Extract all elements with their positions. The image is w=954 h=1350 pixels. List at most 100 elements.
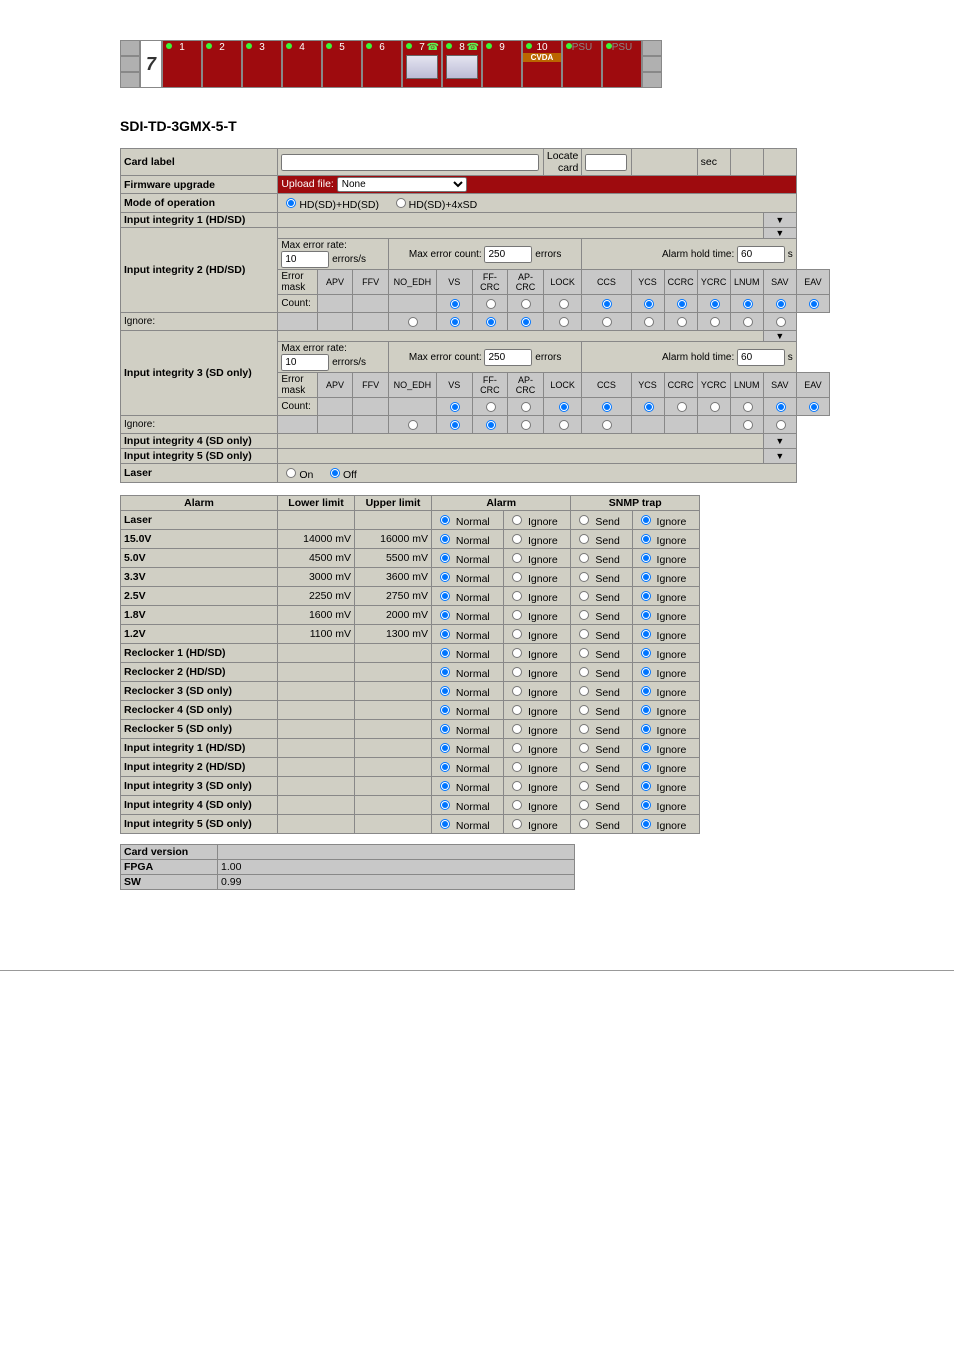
- mask-radio[interactable]: [450, 299, 460, 309]
- mask-radio[interactable]: [521, 402, 531, 412]
- snmp-send-radio[interactable]: [579, 724, 589, 734]
- mask-radio[interactable]: [559, 317, 569, 327]
- mask-radio[interactable]: [809, 402, 819, 412]
- snmp-ignore-radio[interactable]: [641, 667, 651, 677]
- mask-radio[interactable]: [677, 317, 687, 327]
- mask-radio[interactable]: [486, 420, 496, 430]
- snmp-ignore-radio[interactable]: [641, 781, 651, 791]
- mask-radio[interactable]: [408, 317, 418, 327]
- slot-2[interactable]: 2: [202, 40, 242, 88]
- mask-radio[interactable]: [644, 317, 654, 327]
- slot-1[interactable]: 1: [162, 40, 202, 88]
- snmp-ignore-radio[interactable]: [641, 534, 651, 544]
- slot-5[interactable]: 5: [322, 40, 362, 88]
- mask-radio[interactable]: [450, 317, 460, 327]
- mask-radio[interactable]: [559, 402, 569, 412]
- alarm-hold-time-input[interactable]: [737, 246, 785, 263]
- alarm-ignore-radio[interactable]: [512, 800, 522, 810]
- mask-radio[interactable]: [644, 299, 654, 309]
- laser-on-radio[interactable]: [286, 468, 296, 478]
- mask-radio[interactable]: [602, 317, 612, 327]
- mask-radio[interactable]: [450, 420, 460, 430]
- alarm-ignore-radio[interactable]: [512, 648, 522, 658]
- alarm-normal-radio[interactable]: [440, 762, 450, 772]
- max-error-rate-input[interactable]: [281, 354, 329, 371]
- snmp-send-radio[interactable]: [579, 572, 589, 582]
- alarm-ignore-radio[interactable]: [512, 610, 522, 620]
- alarm-normal-radio[interactable]: [440, 724, 450, 734]
- mask-radio[interactable]: [776, 402, 786, 412]
- mask-radio[interactable]: [602, 402, 612, 412]
- alarm-ignore-radio[interactable]: [512, 686, 522, 696]
- alarm-normal-radio[interactable]: [440, 553, 450, 563]
- ii2-collapse[interactable]: ▼: [763, 228, 796, 239]
- mask-radio[interactable]: [776, 299, 786, 309]
- snmp-send-radio[interactable]: [579, 610, 589, 620]
- alarm-normal-radio[interactable]: [440, 781, 450, 791]
- mask-radio[interactable]: [450, 402, 460, 412]
- alarm-normal-radio[interactable]: [440, 610, 450, 620]
- alarm-normal-radio[interactable]: [440, 648, 450, 658]
- ii1-expand[interactable]: ▼: [763, 213, 796, 228]
- alarm-normal-radio[interactable]: [440, 743, 450, 753]
- mask-radio[interactable]: [602, 299, 612, 309]
- mask-radio[interactable]: [559, 299, 569, 309]
- snmp-ignore-radio[interactable]: [641, 705, 651, 715]
- alarm-ignore-radio[interactable]: [512, 819, 522, 829]
- max-error-count-input[interactable]: [484, 349, 532, 366]
- mask-radio[interactable]: [710, 299, 720, 309]
- mask-radio[interactable]: [743, 402, 753, 412]
- snmp-send-radio[interactable]: [579, 534, 589, 544]
- snmp-ignore-radio[interactable]: [641, 591, 651, 601]
- laser-off-radio[interactable]: [330, 468, 340, 478]
- snmp-send-radio[interactable]: [579, 591, 589, 601]
- snmp-ignore-radio[interactable]: [641, 515, 651, 525]
- snmp-send-radio[interactable]: [579, 762, 589, 772]
- alarm-normal-radio[interactable]: [440, 800, 450, 810]
- mask-radio[interactable]: [743, 420, 753, 430]
- mask-radio[interactable]: [486, 317, 496, 327]
- snmp-send-radio[interactable]: [579, 629, 589, 639]
- snmp-ignore-radio[interactable]: [641, 819, 651, 829]
- alarm-ignore-radio[interactable]: [512, 781, 522, 791]
- snmp-ignore-radio[interactable]: [641, 724, 651, 734]
- mask-radio[interactable]: [644, 402, 654, 412]
- snmp-ignore-radio[interactable]: [641, 800, 651, 810]
- alarm-ignore-radio[interactable]: [512, 534, 522, 544]
- mask-radio[interactable]: [710, 317, 720, 327]
- ii5-expand[interactable]: ▼: [763, 449, 796, 464]
- alarm-ignore-radio[interactable]: [512, 705, 522, 715]
- mask-radio[interactable]: [408, 420, 418, 430]
- snmp-ignore-radio[interactable]: [641, 743, 651, 753]
- slot-6[interactable]: 6: [362, 40, 402, 88]
- alarm-ignore-radio[interactable]: [512, 515, 522, 525]
- snmp-send-radio[interactable]: [579, 705, 589, 715]
- slot-PSU[interactable]: PSU: [562, 40, 602, 88]
- ii3-collapse[interactable]: ▼: [763, 331, 796, 342]
- snmp-send-radio[interactable]: [579, 553, 589, 563]
- mask-radio[interactable]: [776, 420, 786, 430]
- snmp-send-radio[interactable]: [579, 800, 589, 810]
- snmp-send-radio[interactable]: [579, 743, 589, 753]
- alarm-ignore-radio[interactable]: [512, 667, 522, 677]
- ii4-expand[interactable]: ▼: [763, 434, 796, 449]
- mask-radio[interactable]: [776, 317, 786, 327]
- alarm-ignore-radio[interactable]: [512, 591, 522, 601]
- snmp-send-radio[interactable]: [579, 667, 589, 677]
- alarm-normal-radio[interactable]: [440, 534, 450, 544]
- alarm-ignore-radio[interactable]: [512, 762, 522, 772]
- mode-b-radio[interactable]: [396, 198, 406, 208]
- snmp-send-radio[interactable]: [579, 648, 589, 658]
- alarm-ignore-radio[interactable]: [512, 629, 522, 639]
- slot-PSU[interactable]: PSU: [602, 40, 642, 88]
- mask-radio[interactable]: [677, 299, 687, 309]
- alarm-normal-radio[interactable]: [440, 629, 450, 639]
- alarm-normal-radio[interactable]: [440, 705, 450, 715]
- mask-radio[interactable]: [486, 402, 496, 412]
- mask-radio[interactable]: [559, 420, 569, 430]
- snmp-send-radio[interactable]: [579, 515, 589, 525]
- mask-radio[interactable]: [521, 420, 531, 430]
- alarm-normal-radio[interactable]: [440, 572, 450, 582]
- mask-radio[interactable]: [743, 317, 753, 327]
- mask-radio[interactable]: [710, 402, 720, 412]
